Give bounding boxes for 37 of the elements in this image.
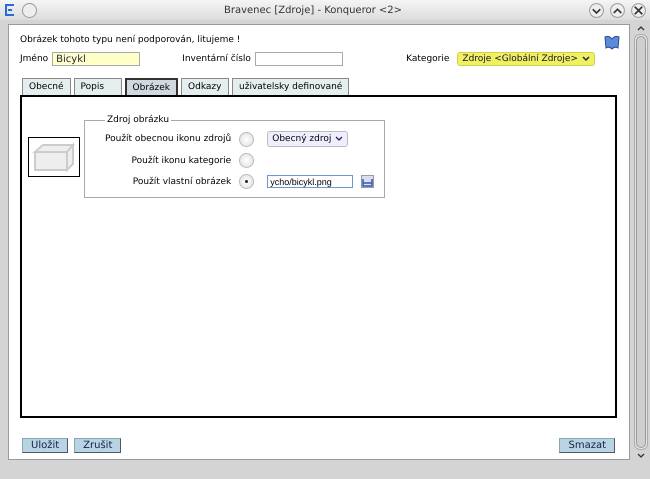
category-dropdown[interactable]: Zdroje <Globální Zdroje> bbox=[457, 52, 595, 66]
caret-icon bbox=[582, 56, 590, 62]
option-label: Použít obecnou ikonu zdrojů bbox=[105, 134, 232, 144]
book-icon bbox=[603, 33, 621, 51]
tab[interactable]: uživatelsky definované bbox=[232, 78, 350, 95]
file-path-field[interactable]: ycho/bicykl.png bbox=[267, 175, 354, 188]
scroll-down-icon[interactable] bbox=[636, 452, 646, 460]
tab[interactable]: Popis bbox=[74, 78, 122, 95]
action-button[interactable]: Uložit bbox=[22, 438, 68, 453]
maximize-button[interactable] bbox=[610, 2, 625, 18]
field-label: Kategorie bbox=[406, 54, 450, 64]
radio-button[interactable] bbox=[239, 153, 254, 168]
name-field[interactable]: Bicykl bbox=[52, 52, 140, 66]
field-label: Inventární číslo bbox=[182, 54, 251, 64]
caret-icon bbox=[335, 136, 344, 142]
save-icon[interactable] bbox=[361, 175, 374, 188]
close-button[interactable] bbox=[631, 2, 646, 18]
field-label: Jméno bbox=[20, 54, 48, 64]
scroll-up-icon[interactable] bbox=[636, 24, 646, 32]
box-icon bbox=[31, 142, 77, 172]
scrollbar[interactable] bbox=[634, 34, 648, 450]
action-button[interactable]: Smazat bbox=[559, 438, 615, 453]
tab[interactable]: Obrázek bbox=[124, 78, 178, 95]
tab[interactable]: Odkazy bbox=[181, 78, 230, 95]
radio-button[interactable] bbox=[239, 132, 254, 146]
option-label: Použít ikonu kategorie bbox=[130, 156, 232, 166]
minimize-button[interactable] bbox=[589, 2, 604, 18]
tab[interactable]: Obecné bbox=[22, 78, 71, 95]
radio-button[interactable] bbox=[239, 174, 254, 189]
window-title: Bravenec [Zdroje] - Konqueror <2> bbox=[222, 4, 404, 16]
action-button[interactable]: Zrušit bbox=[74, 438, 122, 453]
app-icon[interactable] bbox=[4, 4, 16, 16]
error-message: Obrázek tohoto typu není podporován, litujeme ! bbox=[20, 35, 242, 45]
inventory-field[interactable] bbox=[254, 52, 343, 66]
source-dropdown[interactable]: Obecný zdroj bbox=[267, 131, 348, 147]
group-title: Zdroj obrázku bbox=[106, 115, 170, 125]
option-label: Použít vlastní obrázek bbox=[132, 176, 232, 186]
